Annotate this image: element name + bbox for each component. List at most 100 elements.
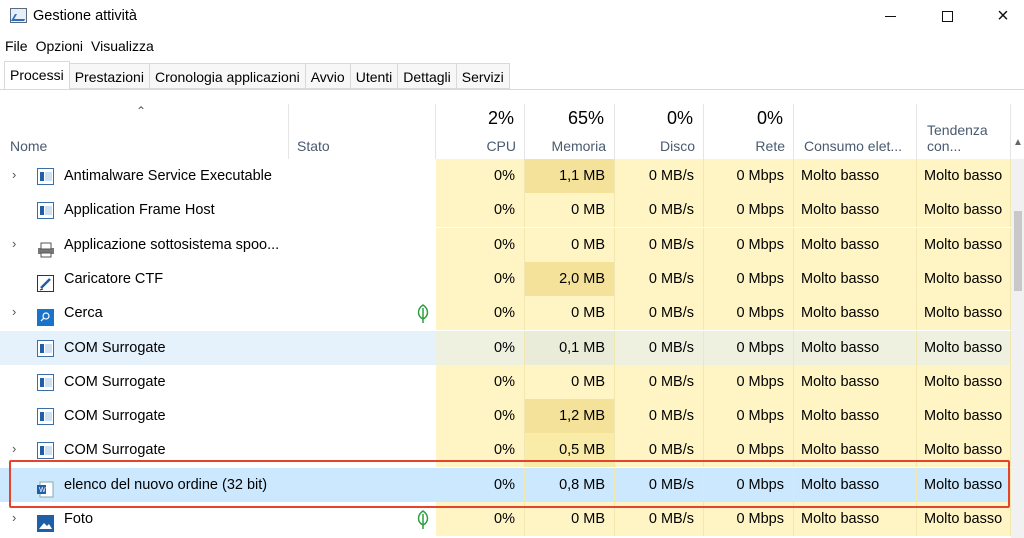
column-label-power-trend: Tendenza con... [927,122,988,154]
expand-chevron-icon[interactable]: › [12,502,24,534]
process-name: Caricatore CTF [64,270,164,287]
process-power-cell: Molto basso [794,296,917,331]
maximize-button[interactable] [924,0,970,32]
process-power-cell: Molto basso [794,364,917,399]
close-icon: × [997,5,1009,27]
expand-chevron-icon[interactable]: › [12,228,24,260]
process-name: Antimalware Service Executable [64,168,272,184]
process-power-cell: Molto basso [794,467,917,502]
process-power-cell: Molto basso [794,399,917,434]
process-cpu-cell: 0% [436,330,525,365]
close-button[interactable]: × [980,0,1024,32]
process-row[interactable]: › COM Surrogate 0% 0,5 MB 0 MB/s 0 Mbps Molto … [0,433,1011,468]
process-network-cell: 0 Mbps [704,261,794,296]
column-header-memory[interactable]: 65% Memoria [525,104,615,159]
scroll-up-arrow-icon[interactable]: ▲ [1013,137,1023,148]
minimize-button[interactable] [867,0,913,32]
expand-chevron-icon[interactable]: › [12,433,24,465]
column-header-name[interactable]: ⌃ Nome [0,104,289,159]
process-network-cell: 0 Mbps [704,399,794,434]
expand-chevron-icon[interactable]: › [12,159,24,191]
process-disk-cell: 0 MB/s [615,159,704,193]
process-name-cell: Welenco del nuovo ordine (32 bit) [0,467,436,502]
column-header-disk[interactable]: 0% Disco [615,104,704,159]
process-row[interactable]: › Foto 0% 0 MB 0 MB/s 0 Mbps Molto basso Molto … [0,502,1011,536]
process-row[interactable]: › Cerca 0% 0 MB 0 MB/s 0 Mbps Molto basso Molto… [0,296,1011,331]
process-row[interactable]: Caricatore CTF 0% 2,0 MB 0 MB/s 0 Mbps Molto … [0,261,1011,296]
column-header-power[interactable]: Consumo elet... [794,104,917,159]
process-trend-cell: Molto basso [917,296,1011,331]
suspended-leaf-icon [414,303,432,324]
tab-servizi[interactable]: Servizi [456,63,510,89]
disk-total-usage: 0% [666,108,693,128]
column-header-network[interactable]: 0% Rete [704,104,794,159]
process-row[interactable]: COM Surrogate 0% 1,2 MB 0 MB/s 0 Mbps Molto b… [0,399,1011,434]
photos-icon [37,511,54,532]
process-disk-cell: 0 MB/s [615,467,704,502]
process-name-cell: COM Surrogate [0,365,436,399]
column-header-power-trend[interactable]: Tendenza con... [917,104,1011,159]
tab-avvio[interactable]: Avvio [305,63,351,89]
app-window-icon [37,408,54,426]
window-title: Gestione attività [33,8,137,24]
process-row[interactable]: COM Surrogate 0% 0,1 MB 0 MB/s 0 Mbps Molto b… [0,330,1011,365]
process-cpu-cell: 0% [436,261,525,296]
process-power-cell: Molto basso [794,433,917,468]
process-row[interactable]: Application Frame Host 0% 0 MB 0 MB/s 0 Mbps… [0,193,1011,228]
process-network-cell: 0 Mbps [704,433,794,468]
column-header-cpu[interactable]: 2% CPU [436,104,525,159]
process-name: Applicazione sottosistema spoo... [64,236,280,253]
expand-chevron-icon[interactable]: › [12,296,24,328]
process-name: COM Surrogate [64,442,166,459]
process-cpu-cell: 0% [436,159,525,193]
process-memory-cell: 0,1 MB [525,330,615,365]
column-label-disk: Disco [659,138,695,154]
process-name: Application Frame Host [64,202,215,219]
vertical-scrollbar[interactable]: ▲ [1011,137,1024,538]
app-window-icon [37,442,54,460]
tab-dettagli[interactable]: Dettagli [398,63,457,89]
process-name: COM Surrogate [64,373,166,390]
column-label-status: Stato [297,138,330,154]
column-label-cpu: CPU [486,138,516,154]
tab-cronologia-applicazioni[interactable]: Cronologia applicazioni [149,63,306,89]
process-name: Foto [64,511,94,527]
process-network-cell: 0 Mbps [704,296,794,331]
process-network-cell: 0 Mbps [704,467,794,502]
document-app-icon: W [37,477,54,498]
process-disk-cell: 0 MB/s [615,364,704,399]
process-trend-cell: Molto basso [917,364,1011,399]
process-cpu-cell: 0% [436,467,525,502]
column-label-memory: Memoria [551,138,606,154]
process-disk-cell: 0 MB/s [615,330,704,365]
process-trend-cell: Molto basso [917,399,1011,434]
process-cpu-cell: 0% [436,502,525,536]
process-power-cell: Molto basso [794,193,917,228]
process-cpu-cell: 0% [436,227,525,262]
process-memory-cell: 0 MB [525,227,615,262]
process-trend-cell: Molto basso [917,193,1011,228]
scrollbar-thumb[interactable] [1014,211,1022,291]
tab-utenti[interactable]: Utenti [350,63,399,89]
process-disk-cell: 0 MB/s [615,296,704,331]
process-name-cell: › Applicazione sottosistema spoo... [0,228,436,262]
column-header-status[interactable]: Stato [289,104,436,159]
process-row[interactable]: COM Surrogate 0% 0 MB 0 MB/s 0 Mbps Molto bas… [0,364,1011,399]
process-row[interactable]: › Applicazione sottosistema spoo... 0% 0 MB… [0,227,1011,262]
tab-processi[interactable]: Processi [4,61,70,89]
process-name: COM Surrogate [64,339,166,356]
menu-visualizza[interactable]: Visualizza [86,35,157,57]
process-memory-cell: 2,0 MB [525,261,615,296]
column-header: ⌃ Nome Stato 2% CPU 65% Memoria 0% Disco… [0,104,1024,159]
process-row[interactable]: › Antimalware Service Executable 0% 1,1 MB 0… [0,159,1011,193]
process-name: elenco del nuovo ordine (32 bit) [64,476,268,493]
process-memory-cell: 0 MB [525,296,615,331]
menu-opzioni[interactable]: Opzioni [31,35,86,57]
maximize-icon [941,10,953,22]
memory-total-usage: 65% [567,108,604,128]
tab-prestazioni[interactable]: Prestazioni [69,63,150,89]
process-cpu-cell: 0% [436,433,525,468]
process-cpu-cell: 0% [436,399,525,434]
menu-file[interactable]: File [0,35,31,57]
process-row[interactable]: Welenco del nuovo ordine (32 bit) 0% 0,8 M… [0,467,1011,502]
